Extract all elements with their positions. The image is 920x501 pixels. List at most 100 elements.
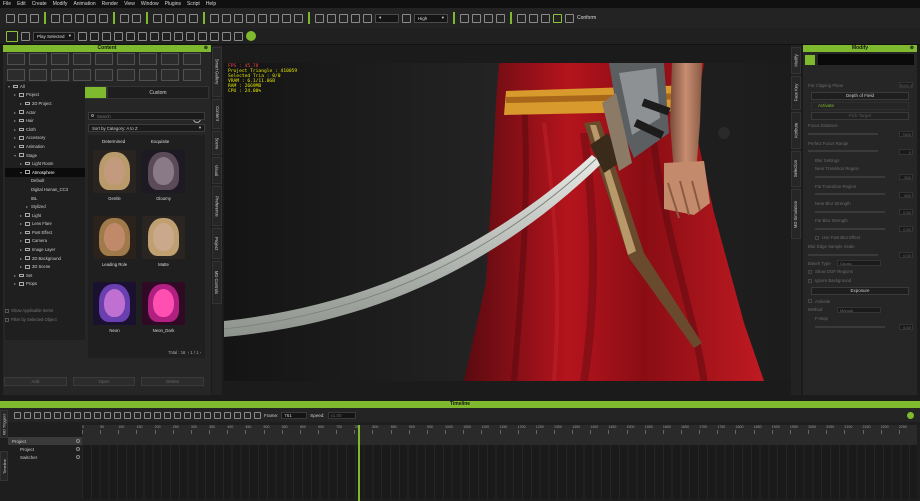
side-tab[interactable]: Selection bbox=[791, 150, 801, 188]
property-value[interactable]: 0.50 bbox=[899, 208, 913, 215]
range-icon[interactable] bbox=[244, 411, 251, 419]
zoom-icon[interactable] bbox=[124, 411, 131, 419]
light-icon[interactable] bbox=[222, 13, 231, 23]
property-slider[interactable] bbox=[815, 227, 885, 230]
side-tab[interactable]: Visual bbox=[212, 157, 222, 185]
frame-input[interactable]: 761 bbox=[281, 411, 308, 419]
record-icon[interactable] bbox=[222, 31, 231, 41]
side-tab[interactable]: Content bbox=[212, 98, 222, 129]
timeline-status-icon[interactable] bbox=[907, 411, 914, 419]
motion-icon[interactable] bbox=[150, 31, 159, 41]
property-value[interactable]: 500 bbox=[899, 174, 913, 181]
layout-icon[interactable] bbox=[246, 13, 255, 23]
property-slider[interactable] bbox=[808, 133, 878, 136]
frame-icon[interactable] bbox=[339, 13, 348, 23]
property-slider[interactable] bbox=[815, 176, 885, 179]
menu-item[interactable]: Render bbox=[102, 1, 118, 7]
tree-item[interactable]: ▸ 2D Project bbox=[5, 99, 85, 108]
sun-icon[interactable] bbox=[327, 13, 336, 23]
flash-icon[interactable] bbox=[210, 31, 219, 41]
content-tool-button[interactable] bbox=[95, 53, 113, 65]
checkbox-icon[interactable] bbox=[808, 278, 812, 283]
quality-icon[interactable] bbox=[402, 13, 411, 23]
grid-view-icon[interactable] bbox=[363, 13, 372, 23]
open-project-icon[interactable] bbox=[63, 13, 72, 23]
align-icon[interactable] bbox=[114, 31, 123, 41]
track-toggle-icon[interactable] bbox=[76, 455, 80, 459]
side-tab[interactable]: Modify bbox=[791, 47, 801, 75]
transform-icon[interactable] bbox=[153, 13, 162, 23]
property-value[interactable]: 0.00 bbox=[899, 251, 913, 258]
tree-item[interactable]: ▸ Cloth bbox=[5, 125, 85, 134]
export-icon[interactable] bbox=[99, 13, 108, 23]
preset-thumbnail[interactable] bbox=[93, 150, 136, 193]
curve-icon[interactable] bbox=[74, 411, 81, 419]
search-input[interactable]: Search bbox=[88, 112, 205, 120]
tree-item[interactable]: ▸ Props bbox=[5, 280, 85, 289]
delete-button[interactable]: Delete bbox=[141, 377, 205, 386]
tree-item[interactable]: ▸ Project bbox=[5, 91, 85, 100]
stop-icon[interactable] bbox=[174, 411, 181, 419]
markers-icon[interactable] bbox=[144, 411, 151, 419]
play-icon[interactable] bbox=[214, 411, 221, 419]
save-project-icon[interactable] bbox=[75, 13, 84, 23]
pick-icon[interactable] bbox=[138, 31, 147, 41]
property-dropdown[interactable]: Manual bbox=[837, 306, 881, 313]
tree-item[interactable]: ▸ Set bbox=[5, 271, 85, 280]
camera-settings-icon[interactable] bbox=[805, 54, 815, 65]
import-icon[interactable] bbox=[87, 13, 96, 23]
undo-icon[interactable] bbox=[120, 13, 129, 23]
section-button[interactable]: Pick Target bbox=[811, 111, 909, 120]
track-row[interactable]: Switcher bbox=[8, 453, 82, 461]
section-button[interactable]: Exposure bbox=[811, 286, 909, 295]
cloth-icon[interactable] bbox=[472, 13, 481, 23]
track-toggle-icon[interactable] bbox=[76, 447, 80, 451]
content-tool-button[interactable] bbox=[73, 53, 91, 65]
property-value[interactable]: 5.60 bbox=[899, 323, 913, 330]
tree-item[interactable]: ▾ All bbox=[5, 82, 85, 91]
property-slider[interactable] bbox=[815, 210, 885, 213]
side-tab[interactable]: Smart Gallery bbox=[212, 47, 222, 97]
tree-item[interactable]: ▸ Post Effect bbox=[5, 228, 85, 237]
play-mode-dropdown[interactable]: Play Selected ▾ bbox=[33, 31, 75, 41]
export-icon[interactable] bbox=[164, 411, 171, 419]
content-tool-button[interactable] bbox=[139, 53, 157, 65]
menu-item[interactable]: Modify bbox=[53, 1, 68, 7]
rotate-icon[interactable] bbox=[177, 13, 186, 23]
menu-item[interactable]: Window bbox=[141, 1, 159, 7]
to-end-icon[interactable] bbox=[234, 411, 241, 419]
split-view-icon[interactable] bbox=[351, 13, 360, 23]
track-list-icon[interactable] bbox=[14, 411, 21, 419]
scale-icon[interactable] bbox=[189, 13, 198, 23]
tab-timeline[interactable]: Timeline bbox=[0, 451, 8, 481]
sculpt-icon[interactable] bbox=[162, 31, 171, 41]
content-tool-button[interactable] bbox=[51, 69, 69, 81]
preset-thumbnail[interactable] bbox=[93, 216, 136, 259]
tree-item[interactable]: ▸ Stylized bbox=[5, 202, 85, 211]
logo-icon[interactable] bbox=[6, 30, 18, 42]
menu-item[interactable]: Animation bbox=[73, 1, 95, 7]
side-tab[interactable]: Project bbox=[212, 228, 222, 259]
key-icon[interactable] bbox=[34, 411, 41, 419]
screenshot-icon[interactable] bbox=[198, 31, 207, 41]
select-icon[interactable] bbox=[78, 31, 87, 41]
property-value[interactable]: 5000.0 bbox=[899, 82, 913, 89]
timeline-ruler[interactable]: 0 50 100 150 200 250 300 350 400 450 500 550 600 650 7… bbox=[82, 425, 917, 437]
redo-icon[interactable] bbox=[132, 13, 141, 23]
snap-icon[interactable] bbox=[126, 31, 135, 41]
preset-thumbnail[interactable] bbox=[142, 150, 185, 193]
translate-icon[interactable] bbox=[165, 13, 174, 23]
tree-item[interactable]: ▸ Light bbox=[5, 211, 85, 220]
gizmo-icon[interactable] bbox=[174, 31, 183, 41]
checkbox-icon[interactable] bbox=[808, 269, 812, 274]
rotate-tool-icon[interactable] bbox=[30, 13, 39, 23]
tree-item[interactable]: ▾ Stage bbox=[5, 151, 85, 160]
menu-item[interactable]: Create bbox=[32, 1, 47, 7]
tree-item[interactable]: ▸ Light Room bbox=[5, 159, 85, 168]
flag-icon[interactable] bbox=[104, 411, 111, 419]
property-slider[interactable] bbox=[808, 150, 878, 153]
options-icon[interactable] bbox=[21, 31, 30, 41]
property-value[interactable]: 0 bbox=[899, 148, 913, 155]
3d-viewport[interactable]: FPS : 45.78 Project Triangle : 410059 Sele… bbox=[224, 63, 791, 381]
to-start-icon[interactable] bbox=[194, 411, 201, 419]
